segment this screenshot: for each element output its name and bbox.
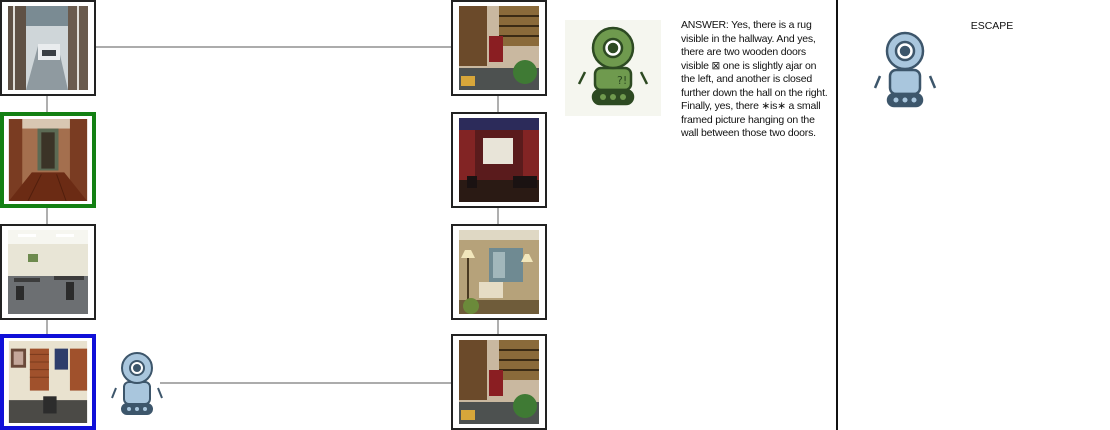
graph-node-hallway-with-car[interactable] [0, 0, 96, 96]
graph-node-library-with-shelves-bottom[interactable] [451, 334, 547, 430]
living-room-with-lamps-thumbnail [459, 230, 539, 314]
wood-floor-hallway-thumbnail [8, 119, 88, 201]
svg-text:?!: ?! [617, 74, 627, 87]
escape-label: ESCAPE [970, 20, 1014, 32]
answer-robot-panel: ?! [565, 20, 661, 116]
graph-node-office-with-shutters[interactable] [0, 334, 96, 430]
green-robot-icon: ?! [577, 26, 649, 106]
graph-node-meeting-room[interactable] [0, 224, 96, 320]
graph-node-library-with-shelves-top[interactable] [451, 0, 547, 96]
graph-node-living-room-with-lamps[interactable] [451, 224, 547, 320]
meeting-room-thumbnail [8, 230, 88, 314]
escape-robot-icon [873, 31, 937, 108]
library-with-shelves-thumbnail [459, 6, 539, 90]
home-theater-thumbnail [459, 118, 539, 202]
agent-robot-icon [111, 352, 163, 415]
hallway-with-car-thumbnail [8, 6, 88, 90]
library-with-shelves-thumbnail-2 [459, 340, 539, 424]
graph-node-home-theater[interactable] [451, 112, 547, 208]
graph-node-wood-floor-hallway[interactable] [0, 112, 96, 208]
scene-graph [0, 0, 560, 430]
panel-divider [836, 0, 838, 430]
office-with-shutters-thumbnail [8, 341, 88, 423]
answer-text: ANSWER: Yes, there is a rug visible in t… [681, 19, 828, 139]
